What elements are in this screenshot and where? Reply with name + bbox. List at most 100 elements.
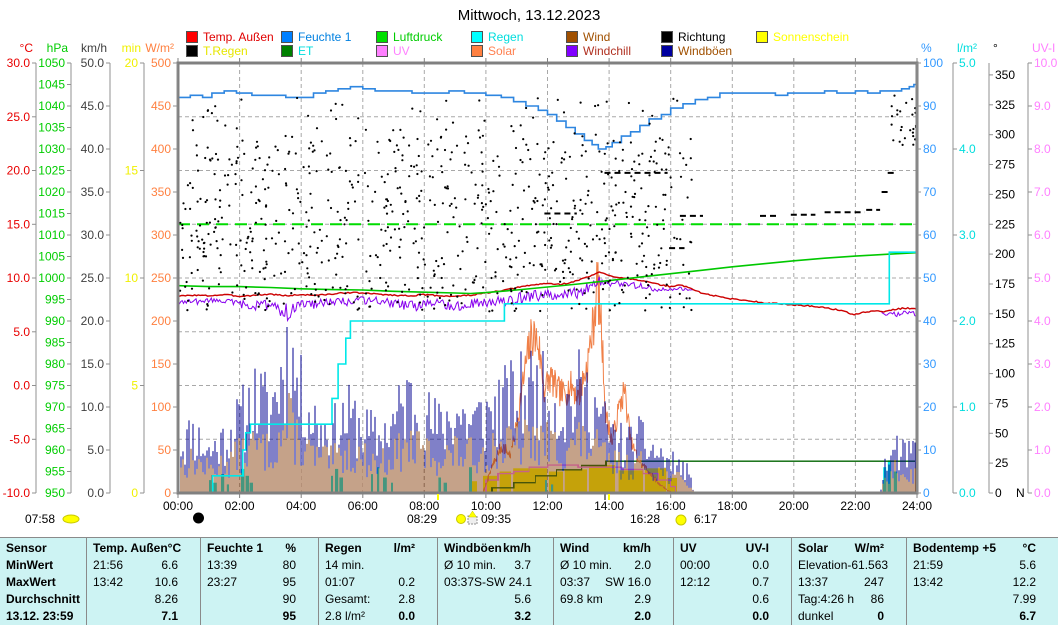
legend-row: T.RegenETUVSolarWindchillWindböen	[186, 44, 851, 58]
chart-legend: Temp. AußenFeuchte 1LuftdruckRegenWindRi…	[186, 30, 851, 58]
svg-text:250: 250	[995, 187, 1015, 201]
legend-swatch-icon	[471, 45, 483, 57]
stats-value-row: 00:000.0	[680, 557, 769, 574]
stats-value-row: 6.7	[913, 608, 1036, 625]
svg-text:40.0: 40.0	[81, 142, 105, 156]
axis-UV-I: 10.09.08.07.06.05.04.03.02.01.00.0UV-I	[1028, 41, 1058, 500]
svg-text:300: 300	[151, 228, 171, 242]
stats-value-row: 7.99	[913, 591, 1036, 608]
stats-row-label: Sensor	[6, 540, 82, 557]
svg-text:150: 150	[151, 357, 171, 371]
stats-value-row: 3.2	[444, 608, 531, 625]
stats-col-header: Regenl/m²	[325, 540, 415, 557]
legend-item: Richtung	[661, 30, 756, 44]
svg-text:1005: 1005	[38, 250, 65, 264]
svg-text:1030: 1030	[38, 142, 65, 156]
svg-text:45.0: 45.0	[81, 99, 105, 113]
svg-text:300: 300	[995, 128, 1015, 142]
legend-swatch-icon	[186, 45, 198, 57]
svg-text:30: 30	[923, 357, 937, 371]
legend-item: Windchill	[566, 44, 661, 58]
svg-text:5.0: 5.0	[13, 325, 30, 339]
svg-text:4.0: 4.0	[959, 142, 976, 156]
svg-text:450: 450	[151, 99, 171, 113]
stats-col-bodentemp-5: Bodentemp +5°C21:595.613:4212.27.996.7	[906, 538, 1058, 625]
svg-text:0.0: 0.0	[87, 486, 104, 500]
stats-value-row: 23:2795	[207, 574, 296, 591]
svg-text:955: 955	[45, 465, 65, 479]
stats-col-header: Feuchte 1%	[207, 540, 296, 557]
stats-value-row: 21:566.6	[93, 557, 178, 574]
svg-text:35.0: 35.0	[81, 185, 105, 199]
svg-text:100: 100	[923, 56, 943, 70]
svg-text:50: 50	[995, 426, 1009, 440]
svg-text:4.0: 4.0	[1034, 314, 1051, 328]
svg-text:15.0: 15.0	[81, 357, 105, 371]
svg-text:1045: 1045	[38, 78, 65, 92]
svg-text:9.0: 9.0	[1034, 99, 1051, 113]
svg-text:1040: 1040	[38, 99, 65, 113]
svg-text:UV-I: UV-I	[1032, 41, 1055, 55]
svg-text:8.0: 8.0	[1034, 142, 1051, 156]
axis-°: 3503253002752502252001751501251007550250…	[989, 41, 1025, 500]
stats-value-row: Ø 10 min.3.7	[444, 557, 531, 574]
stats-row-label: 13.12. 23:59	[6, 608, 82, 625]
svg-text:5: 5	[131, 379, 138, 393]
legend-item: Windböen	[661, 44, 756, 58]
svg-text:18:00: 18:00	[717, 499, 747, 513]
stats-value-row: 5.6	[444, 591, 531, 608]
axis-hPa: 1050104510401035103010251020101510101005…	[38, 41, 71, 500]
stats-value-row: 13:4210.6	[93, 574, 178, 591]
svg-text:24:00: 24:00	[902, 499, 932, 513]
stats-value-row: 21:595.6	[913, 557, 1036, 574]
legend-swatch-icon	[471, 31, 483, 43]
svg-text:16:28: 16:28	[630, 512, 660, 526]
svg-text:200: 200	[151, 314, 171, 328]
stats-value-row: 14 min.	[325, 557, 415, 574]
stats-value-row: 12:120.7	[680, 574, 769, 591]
svg-text:°: °	[993, 41, 998, 55]
svg-text:100: 100	[151, 400, 171, 414]
stats-col-header: Windböenkm/h	[444, 540, 531, 557]
stats-col-uv: UVUV-I00:000.012:120.70.60.0	[673, 538, 791, 625]
stats-value-row: 13:3980	[207, 557, 296, 574]
svg-text:75: 75	[995, 396, 1009, 410]
svg-text:l/m²: l/m²	[957, 41, 977, 55]
stats-col-header: Temp. Außen°C	[93, 540, 178, 557]
svg-text:960: 960	[45, 443, 65, 457]
svg-text:25.0: 25.0	[7, 110, 31, 124]
stats-value-row: 13:37247	[798, 574, 884, 591]
svg-text:1050: 1050	[38, 56, 65, 70]
svg-text:50: 50	[923, 271, 937, 285]
stats-col-feuchte-1: Feuchte 1%13:398023:27959095	[200, 538, 318, 625]
svg-text:250: 250	[151, 271, 171, 285]
stats-row-label: Durchschnitt	[6, 591, 82, 608]
stats-value-row: 2.8 l/m²0.0	[325, 608, 415, 625]
legend-label: ET	[298, 44, 313, 58]
legend-label: Wind	[583, 30, 610, 44]
stats-col-windb-en: Windböenkm/hØ 10 min.3.703:37S-SW 24.15.…	[437, 538, 553, 625]
svg-text:22:00: 22:00	[840, 499, 870, 513]
stats-value-row: 69.8 km2.9	[560, 591, 651, 608]
stats-value-row: dunkel0	[798, 608, 884, 625]
svg-text:0: 0	[131, 486, 138, 500]
svg-text:985: 985	[45, 336, 65, 350]
legend-label: Luftdruck	[393, 30, 442, 44]
legend-swatch-icon	[376, 31, 388, 43]
stats-value-row: Elevation-61.563	[798, 557, 884, 574]
svg-text:60: 60	[923, 228, 937, 242]
legend-label: Temp. Außen	[203, 30, 274, 44]
svg-text:04:00: 04:00	[286, 499, 316, 513]
legend-item: Sonnenschein	[756, 30, 851, 44]
svg-text:km/h: km/h	[81, 41, 107, 55]
svg-text:80: 80	[923, 142, 937, 156]
legend-item: Solar	[471, 44, 566, 58]
legend-swatch-icon	[661, 31, 673, 43]
stats-row-labels: SensorMinWertMaxWertDurchschnitt13.12. 2…	[0, 538, 86, 625]
svg-text:980: 980	[45, 357, 65, 371]
svg-text:10: 10	[125, 271, 139, 285]
stats-col-wind: Windkm/hØ 10 min.2.003:37SW 16.069.8 km2…	[553, 538, 673, 625]
legend-swatch-icon	[756, 31, 768, 43]
svg-text:225: 225	[995, 217, 1015, 231]
stats-table: SensorMinWertMaxWertDurchschnitt13.12. 2…	[0, 537, 1058, 625]
